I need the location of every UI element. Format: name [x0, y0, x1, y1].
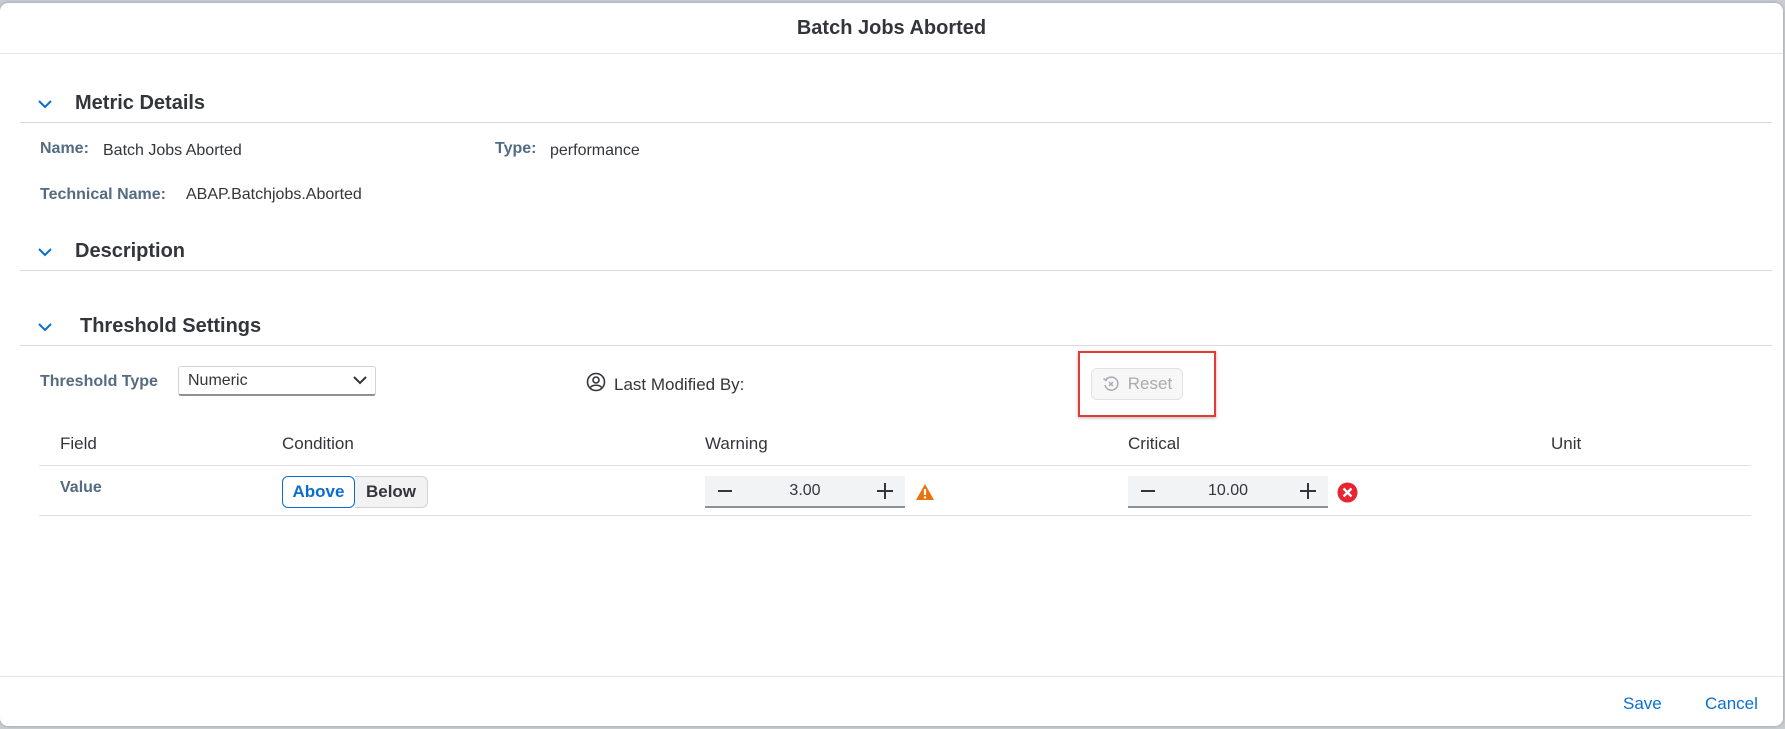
technical-name-label: Technical Name:	[40, 186, 166, 203]
warning-triangle-icon	[915, 483, 935, 506]
column-header-unit: Unit	[1551, 434, 1582, 453]
minus-icon[interactable]	[705, 476, 745, 506]
condition-above-button[interactable]: Above	[282, 476, 355, 508]
warning-value[interactable]: 3.00	[745, 482, 865, 500]
cancel-button[interactable]: Cancel	[1705, 694, 1758, 714]
chevron-down-icon[interactable]	[35, 242, 55, 262]
plus-icon[interactable]	[865, 476, 905, 506]
chevron-down-icon[interactable]	[35, 94, 55, 114]
condition-below-button[interactable]: Below	[355, 476, 428, 508]
chevron-down-icon[interactable]	[35, 317, 55, 337]
section-title-metric-details: Metric Details	[75, 92, 206, 114]
section-threshold-settings: Threshold Settings	[20, 309, 1772, 346]
reset-icon	[1102, 376, 1119, 391]
user-circle-icon	[586, 372, 606, 397]
dialog-header: Batch Jobs Aborted	[0, 3, 1783, 54]
section-title-description: Description	[75, 240, 186, 262]
dialog-footer: Save Cancel	[0, 676, 1783, 726]
last-modified-label: Last Modified By:	[614, 374, 745, 394]
column-header-field: Field	[60, 434, 97, 453]
minus-icon[interactable]	[1128, 476, 1168, 506]
condition-segmented-button: Above Below	[282, 476, 428, 508]
warning-stepper[interactable]: 3.00	[705, 476, 905, 508]
plus-icon[interactable]	[1288, 476, 1328, 506]
column-header-critical: Critical	[1128, 434, 1180, 453]
column-header-warning: Warning	[705, 434, 768, 453]
name-value: Batch Jobs Aborted	[103, 142, 242, 159]
reset-button[interactable]: Reset	[1091, 368, 1183, 400]
save-button[interactable]: Save	[1623, 694, 1662, 714]
section-metric-details: Metric Details	[20, 86, 1772, 123]
threshold-type-select[interactable]: Numeric	[178, 366, 376, 396]
threshold-type-label: Threshold Type	[40, 373, 158, 390]
table-header-divider	[39, 465, 1751, 466]
error-circle-icon	[1337, 482, 1358, 508]
metric-dialog: Batch Jobs Aborted Metric Details Name: …	[0, 3, 1783, 726]
type-label: Type:	[495, 140, 537, 157]
dialog-title: Batch Jobs Aborted	[796, 16, 987, 39]
critical-stepper[interactable]: 10.00	[1128, 476, 1328, 508]
last-modified: Last Modified By:	[586, 372, 744, 397]
section-title-threshold-settings: Threshold Settings	[80, 315, 262, 337]
chevron-down-icon	[345, 376, 375, 385]
critical-value[interactable]: 10.00	[1168, 482, 1288, 500]
reset-label: Reset	[1127, 374, 1173, 393]
table-row-divider	[39, 515, 1751, 516]
field-value-cell: Value	[60, 479, 102, 496]
threshold-type-value: Numeric	[188, 371, 248, 389]
type-value: performance	[550, 142, 640, 159]
section-description: Description	[20, 234, 1772, 271]
name-label: Name:	[40, 140, 89, 157]
column-header-condition: Condition	[282, 434, 354, 453]
technical-name-value: ABAP.Batchjobs.Aborted	[186, 186, 362, 203]
